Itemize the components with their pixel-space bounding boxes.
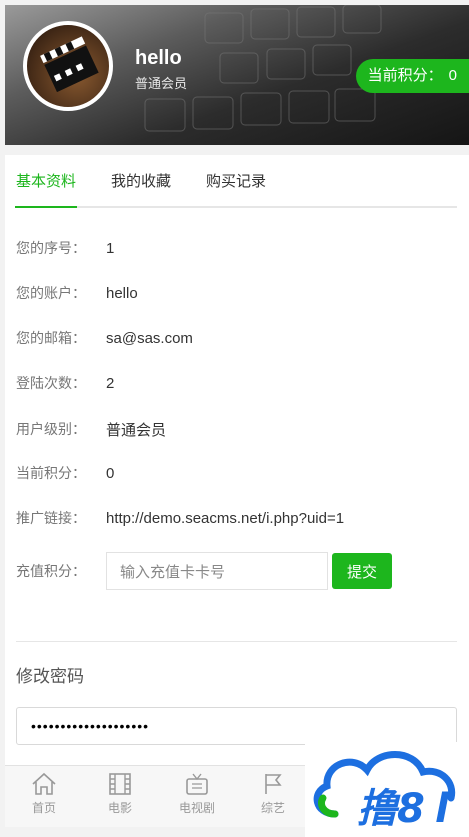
recharge-label: 充值积分：	[16, 563, 86, 579]
promo-link-value[interactable]: http://demo.seacms.net/i.php?uid=1	[106, 510, 344, 527]
cloud-logo-icon: 撸8 l	[313, 751, 456, 832]
nav-item-variety[interactable]: 综艺	[238, 772, 308, 817]
nav-item-tv[interactable]: 电视剧	[162, 772, 232, 817]
profile-card: 基本资料 我的收藏 购买记录 您的序号： 1 您的账户： hello 您的邮箱：…	[5, 155, 469, 765]
email-value: sa@sas.com	[106, 329, 193, 347]
points-value: 0	[106, 464, 115, 482]
site-watermark-logo: 撸8 l	[305, 742, 469, 837]
serial-value: 1	[106, 239, 115, 257]
profile-header: hello 普通会员 当前积分： 0	[5, 5, 469, 145]
avatar[interactable]	[23, 21, 113, 111]
nav-label-home: 首页	[31, 801, 56, 815]
tab-favorites[interactable]: 我的收藏	[111, 155, 171, 206]
account-row: 您的账户： hello	[16, 278, 138, 308]
recharge-card-input[interactable]: 输入充值卡卡号	[106, 552, 328, 590]
password-input[interactable]: ••••••••••••••••••••	[16, 707, 457, 745]
login-count-value: 2	[106, 374, 115, 392]
promo-link-label: 推广链接：	[16, 510, 86, 526]
film-icon	[109, 773, 131, 795]
home-icon	[32, 772, 56, 795]
points-badge-value: 0	[448, 67, 457, 84]
user-level-label: 用户级别：	[16, 421, 86, 437]
login-count-row: 登陆次数： 2	[16, 368, 114, 398]
nav-item-home[interactable]: 首页	[9, 772, 79, 817]
nav-label-movies: 电影	[107, 801, 132, 815]
clapperboard-icon	[40, 36, 99, 93]
divider	[16, 641, 457, 642]
tab-purchase-history[interactable]: 购买记录	[206, 155, 266, 206]
promo-link-row: 推广链接： http://demo.seacms.net/i.php?uid=1	[16, 503, 344, 533]
username: hello	[135, 47, 182, 69]
serial-row: 您的序号： 1	[16, 233, 114, 263]
account-label: 您的账户：	[16, 285, 86, 301]
points-label: 当前积分：	[16, 465, 86, 481]
nav-label-tv: 电视剧	[178, 801, 215, 815]
user-level-value: 普通会员	[106, 421, 167, 439]
submit-button[interactable]: 提交	[332, 553, 392, 589]
tv-icon	[186, 773, 208, 795]
nav-item-movies[interactable]: 电影	[85, 772, 155, 817]
nav-label-variety: 综艺	[260, 801, 285, 815]
tab-basic-info[interactable]: 基本资料	[14, 155, 78, 208]
points-badge-label: 当前积分：	[367, 67, 443, 84]
user-level: 普通会员	[135, 76, 188, 91]
svg-text:l: l	[435, 786, 450, 832]
login-count-label: 登陆次数：	[16, 375, 86, 391]
tab-bar: 基本资料 我的收藏 购买记录	[14, 155, 457, 208]
serial-label: 您的序号：	[16, 240, 86, 256]
points-row: 当前积分： 0	[16, 458, 114, 488]
flag-icon	[265, 774, 282, 794]
account-value: hello	[106, 284, 138, 302]
user-level-row: 用户级别： 普通会员	[16, 414, 166, 444]
watermark-text: 撸8	[357, 786, 425, 832]
email-row: 您的邮箱： sa@sas.com	[16, 323, 193, 353]
points-badge: 当前积分： 0	[355, 59, 469, 93]
recharge-row: 充值积分： 输入充值卡卡号 提交	[16, 552, 392, 590]
email-label: 您的邮箱：	[16, 330, 86, 346]
change-password-title: 修改密码	[16, 667, 84, 686]
